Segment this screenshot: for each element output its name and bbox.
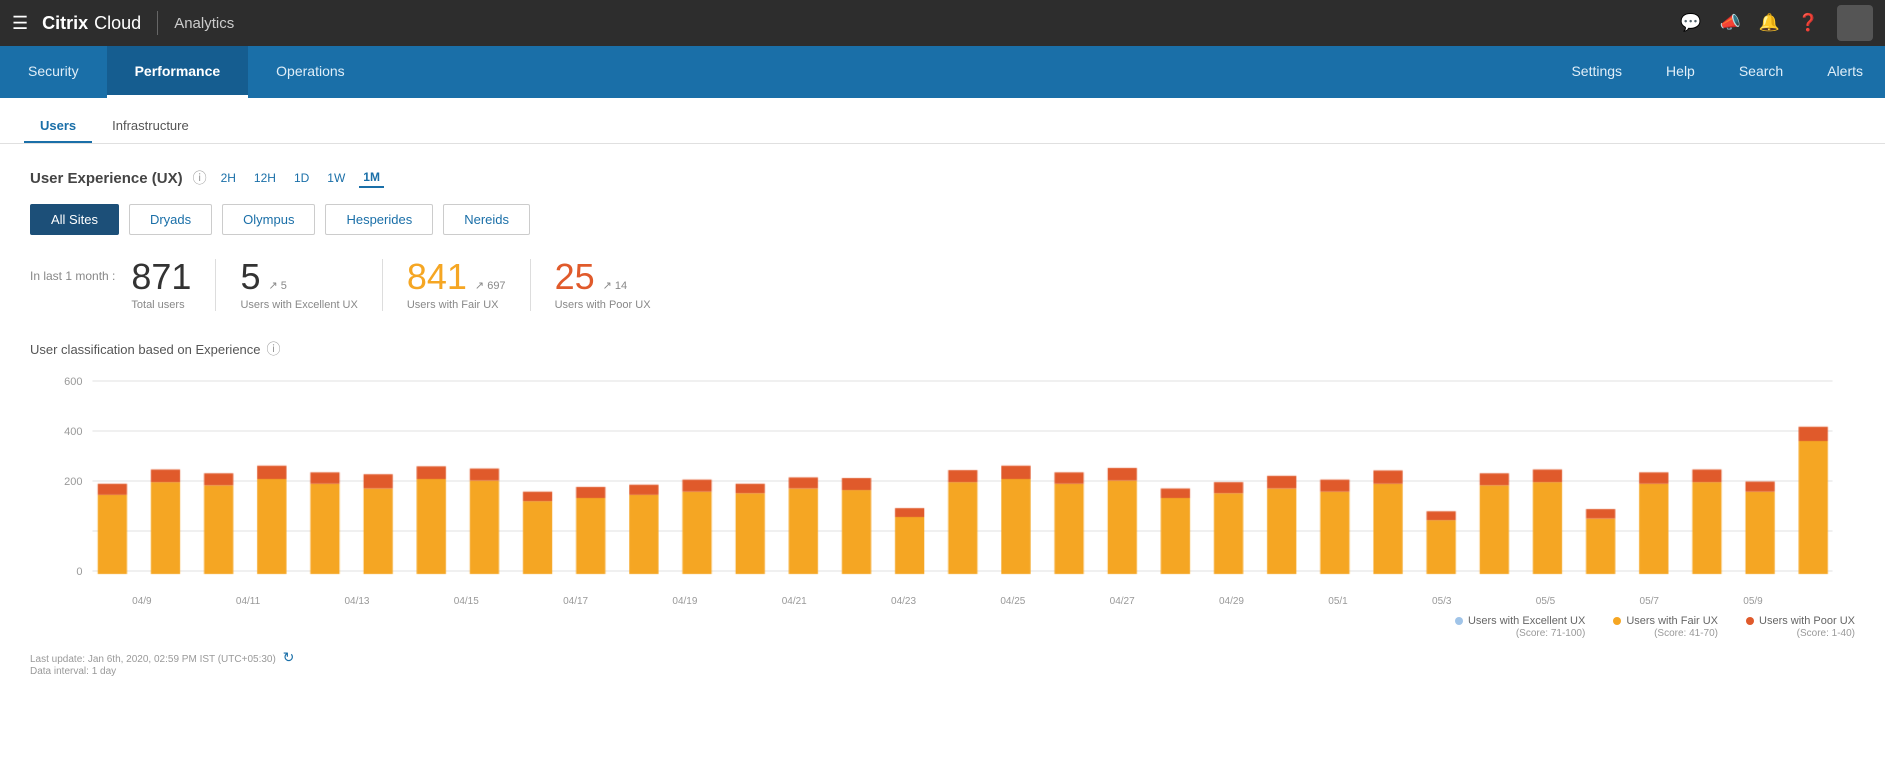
poor-ux-label: Users with Poor UX xyxy=(555,299,651,311)
time-12h[interactable]: 12H xyxy=(250,169,280,187)
x-axis-label: 05/9 xyxy=(1743,596,1762,607)
excellent-ux-block: 5 ↗ 5 Users with Excellent UX xyxy=(215,259,381,311)
nav-help[interactable]: Help xyxy=(1644,46,1717,98)
fair-ux-label: Users with Fair UX xyxy=(407,299,506,311)
sec-nav-left: Security Performance Operations xyxy=(0,46,373,98)
legend-fair: Users with Fair UX (Score: 41-70) xyxy=(1613,615,1718,639)
top-navbar: ☰ Citrix Cloud Analytics 💬 📣 🔔 ❓ xyxy=(0,0,1885,46)
sub-tabs: Users Infrastructure xyxy=(0,98,1885,144)
nav-search[interactable]: Search xyxy=(1717,46,1805,98)
total-users-number: 871 xyxy=(131,259,191,295)
sec-navbar: Security Performance Operations Settings… xyxy=(0,46,1885,98)
time-1d[interactable]: 1D xyxy=(290,169,313,187)
excellent-ux-trend: ↗ 5 xyxy=(269,279,287,292)
legend-poor-dot xyxy=(1746,617,1754,625)
x-axis-label: 04/19 xyxy=(672,596,697,607)
poor-ux-block: 25 ↗ 14 Users with Poor UX xyxy=(530,259,675,311)
fair-ux-block: 841 ↗ 697 Users with Fair UX xyxy=(382,259,530,311)
legend-excellent-score: (Score: 71-100) xyxy=(1516,628,1585,639)
fair-ux-trend: ↗ 697 xyxy=(475,279,506,292)
help-icon[interactable]: ❓ xyxy=(1798,13,1819,33)
top-nav-icons: 💬 📣 🔔 ❓ xyxy=(1680,5,1873,41)
time-1m[interactable]: 1M xyxy=(359,168,384,188)
x-axis-label: 04/25 xyxy=(1000,596,1025,607)
chart-legend: Users with Excellent UX (Score: 71-100) … xyxy=(30,615,1855,639)
site-all[interactable]: All Sites xyxy=(30,204,119,235)
x-axis-label: 05/5 xyxy=(1536,596,1555,607)
tab-users[interactable]: Users xyxy=(24,110,92,143)
brand-logo: Citrix Cloud xyxy=(42,13,141,34)
site-nereids[interactable]: Nereids xyxy=(443,204,530,235)
time-filters: 2H 12H 1D 1W 1M xyxy=(217,168,384,188)
nav-settings[interactable]: Settings xyxy=(1549,46,1644,98)
time-1w[interactable]: 1W xyxy=(323,169,349,187)
brand-cloud: Cloud xyxy=(94,13,141,34)
tab-infrastructure[interactable]: Infrastructure xyxy=(96,110,205,143)
legend-excellent: Users with Excellent UX (Score: 71-100) xyxy=(1455,615,1585,639)
bar-chart-canvas xyxy=(30,374,1855,594)
nav-operations[interactable]: Operations xyxy=(248,46,372,98)
nav-performance[interactable]: Performance xyxy=(107,46,249,98)
ux-info-icon[interactable]: ⓘ xyxy=(193,168,207,188)
last-update-text: Last update: Jan 6th, 2020, 02:59 PM IST… xyxy=(30,654,276,665)
legend-excellent-dot xyxy=(1455,617,1463,625)
x-axis-label: 04/15 xyxy=(454,596,479,607)
fair-ux-number: 841 xyxy=(407,259,467,295)
poor-ux-number: 25 xyxy=(555,259,595,295)
megaphone-icon[interactable]: 📣 xyxy=(1719,13,1740,33)
x-axis-label: 04/9 xyxy=(132,596,151,607)
x-axis-label: 05/3 xyxy=(1432,596,1451,607)
x-axis-label: 04/27 xyxy=(1110,596,1135,607)
x-axis-label: 05/1 xyxy=(1328,596,1347,607)
chart-footer: Last update: Jan 6th, 2020, 02:59 PM IST… xyxy=(30,649,1855,677)
chat-icon[interactable]: 💬 xyxy=(1680,13,1701,33)
legend-fair-label: Users with Fair UX xyxy=(1626,615,1718,627)
site-hesperides[interactable]: Hesperides xyxy=(325,204,433,235)
data-interval-text: Data interval: 1 day xyxy=(30,666,116,677)
site-dryads[interactable]: Dryads xyxy=(129,204,212,235)
refresh-icon[interactable]: ↻ xyxy=(283,649,295,666)
hamburger-icon[interactable]: ☰ xyxy=(12,13,28,34)
nav-security[interactable]: Security xyxy=(0,46,107,98)
legend-poor-label: Users with Poor UX xyxy=(1759,615,1855,627)
chart-title: User classification based on Experience … xyxy=(30,339,1855,359)
legend-fair-dot xyxy=(1613,617,1621,625)
brand-name: Citrix xyxy=(42,13,88,34)
nav-alerts[interactable]: Alerts xyxy=(1805,46,1885,98)
poor-ux-trend: ↗ 14 xyxy=(603,279,628,292)
ux-title: User Experience (UX) xyxy=(30,170,183,187)
ux-header: User Experience (UX) ⓘ 2H 12H 1D 1W 1M xyxy=(30,168,1855,188)
main-content: User Experience (UX) ⓘ 2H 12H 1D 1W 1M A… xyxy=(0,144,1885,701)
legend-fair-score: (Score: 41-70) xyxy=(1654,628,1718,639)
bell-icon[interactable]: 🔔 xyxy=(1759,13,1780,33)
site-olympus[interactable]: Olympus xyxy=(222,204,315,235)
site-filters: All Sites Dryads Olympus Hesperides Nere… xyxy=(30,204,1855,235)
in-last-label: In last 1 month : xyxy=(30,269,115,283)
nav-section-title: Analytics xyxy=(174,15,234,32)
x-axis-label: 04/11 xyxy=(236,596,260,607)
legend-poor: Users with Poor UX (Score: 1-40) xyxy=(1746,615,1855,639)
x-axis-label: 04/29 xyxy=(1219,596,1244,607)
total-users-label: Total users xyxy=(131,299,191,311)
x-axis-label: 04/13 xyxy=(344,596,369,607)
user-avatar[interactable] xyxy=(1837,5,1873,41)
legend-excellent-label: Users with Excellent UX xyxy=(1468,615,1585,627)
x-axis-label: 04/23 xyxy=(891,596,916,607)
x-axis-label: 04/17 xyxy=(563,596,588,607)
sec-nav-right: Settings Help Search Alerts xyxy=(1549,46,1885,98)
stats-row: In last 1 month : 871 Total users 5 ↗ 5 … xyxy=(30,259,1855,311)
excellent-ux-label: Users with Excellent UX xyxy=(240,299,357,311)
x-axis-labels: 04/9 04/11 04/13 04/15 04/17 04/19 04/21 04/23 0… xyxy=(30,594,1855,607)
legend-poor-score: (Score: 1-40) xyxy=(1797,628,1855,639)
x-axis-label: 05/7 xyxy=(1640,596,1659,607)
total-users-block: 871 Total users xyxy=(131,259,215,311)
nav-divider xyxy=(157,11,158,35)
x-axis-label: 04/21 xyxy=(782,596,807,607)
chart-info-icon[interactable]: ⓘ xyxy=(267,339,281,359)
time-2h[interactable]: 2H xyxy=(217,169,240,187)
excellent-ux-number: 5 xyxy=(240,259,260,295)
chart-area: 600 400 200 0 04/904/1104/1304/1504/1704… xyxy=(30,371,1855,607)
